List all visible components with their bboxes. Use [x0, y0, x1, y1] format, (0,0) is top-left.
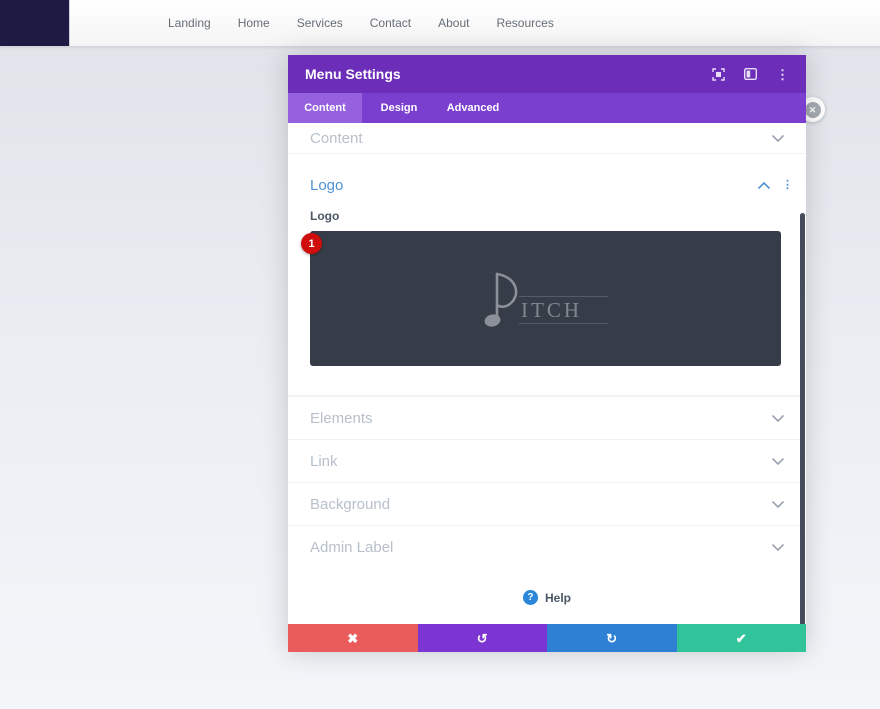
modal-scrollbar[interactable] — [800, 213, 805, 624]
section-label: Link — [310, 453, 338, 470]
logo-field-label: Logo — [288, 199, 806, 231]
section-options-icon[interactable]: ⋮ — [782, 180, 793, 191]
modal-footer: ✖ ↺ ↻ ✔ — [288, 624, 806, 652]
section-logo-expanded: Logo ⋮ Logo 1 — [288, 154, 806, 396]
nav-item-resources[interactable]: Resources — [496, 16, 553, 30]
undo-button[interactable]: ↺ — [418, 624, 548, 652]
nav-item-services[interactable]: Services — [297, 16, 343, 30]
help-label: Help — [545, 591, 571, 605]
logo-text: ITCH — [519, 296, 608, 324]
section-toggle-background[interactable]: Background — [288, 482, 806, 525]
chevron-down-icon — [772, 458, 784, 465]
chevron-down-icon — [772, 544, 784, 551]
tab-advanced[interactable]: Advanced — [436, 93, 510, 123]
nav-item-contact[interactable]: Contact — [370, 16, 411, 30]
modal-title: Menu Settings — [305, 66, 712, 82]
modal-body: Content Logo ⋮ Logo 1 — [288, 123, 806, 624]
nav-item-about[interactable]: About — [438, 16, 469, 30]
section-label: Background — [310, 496, 390, 513]
section-toggle-link[interactable]: Link — [288, 439, 806, 482]
section-toggle-logo[interactable]: Logo ⋮ — [288, 171, 806, 199]
focus-mode-icon[interactable] — [712, 68, 725, 81]
settings-tab-bar: Content Design Advanced — [288, 93, 806, 123]
chevron-up-icon — [758, 182, 770, 189]
logo-image-preview[interactable]: ITCH — [310, 231, 781, 366]
chevron-down-icon — [772, 135, 784, 142]
nav-item-home[interactable]: Home — [238, 16, 270, 30]
site-logo-placeholder — [0, 0, 70, 46]
nav-item-landing[interactable]: Landing — [168, 16, 211, 30]
site-header: Landing Home Services Contact About Reso… — [0, 0, 880, 46]
x-icon: ✖ — [347, 632, 358, 645]
menu-settings-modal: Menu Settings ⋮ Content Design Advanced … — [288, 55, 806, 652]
split-view-icon[interactable] — [744, 68, 757, 80]
pitch-logo: ITCH — [483, 268, 608, 330]
check-icon: ✔ — [736, 632, 747, 645]
change-count-badge: 1 — [301, 233, 322, 254]
tab-design[interactable]: Design — [362, 93, 436, 123]
discard-button[interactable]: ✖ — [288, 624, 418, 652]
redo-button[interactable]: ↻ — [547, 624, 677, 652]
more-options-icon[interactable]: ⋮ — [776, 68, 789, 81]
tab-content[interactable]: Content — [288, 93, 362, 123]
close-icon: ✕ — [805, 102, 821, 118]
modal-header: Menu Settings ⋮ — [288, 55, 806, 93]
section-label: Elements — [310, 410, 373, 427]
section-toggle-elements[interactable]: Elements — [288, 396, 806, 439]
help-link[interactable]: ? Help — [288, 568, 806, 605]
section-toggle-content[interactable]: Content — [288, 123, 806, 154]
site-nav: Landing Home Services Contact About Reso… — [0, 16, 554, 30]
section-label: Admin Label — [310, 539, 393, 556]
undo-icon: ↺ — [477, 632, 488, 645]
section-toggle-admin-label[interactable]: Admin Label — [288, 525, 806, 568]
question-mark-icon: ? — [523, 590, 538, 605]
chevron-down-icon — [772, 501, 784, 508]
save-button[interactable]: ✔ — [677, 624, 807, 652]
section-label: Logo — [310, 177, 343, 194]
section-label: Content — [310, 130, 363, 147]
redo-icon: ↻ — [606, 632, 617, 645]
chevron-down-icon — [772, 415, 784, 422]
